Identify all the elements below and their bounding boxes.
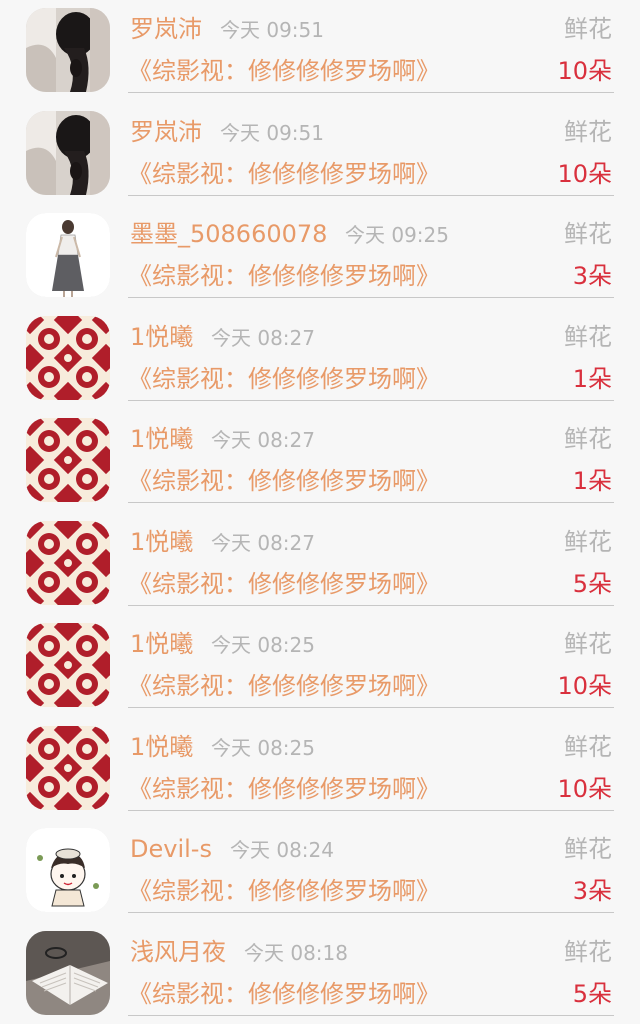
gift-amount: 3朵 (572, 877, 612, 905)
user-name[interactable]: Devil-s (130, 834, 212, 864)
user-name[interactable]: 罗岚沛 (130, 117, 202, 147)
user-avatar[interactable] (26, 213, 110, 297)
user-avatar[interactable] (26, 623, 110, 707)
gift-type-label: 鲜花 (564, 732, 612, 761)
gift-amount: 10朵 (557, 774, 612, 803)
user-avatar[interactable] (26, 520, 110, 605)
gift-type-label: 鲜花 (564, 15, 612, 43)
book-title-link[interactable]: 《综影视：修修修修罗场啊》 (128, 569, 440, 599)
book-title-link[interactable]: 《综影视：修修修修罗场啊》 (128, 261, 440, 291)
gift-amount: 3朵 (572, 262, 612, 290)
gift-amount: 1朵 (572, 467, 612, 495)
gift-time: 今天 08:25 (211, 633, 315, 657)
gift-record-row[interactable]: 1悦曦 今天 08:27 鲜花《综影视：修修修修罗场啊》 1朵 (0, 308, 640, 411)
gift-type-label: 鲜花 (564, 835, 612, 863)
gift-type-label: 鲜花 (564, 220, 612, 248)
gift-amount: 10朵 (557, 672, 612, 700)
gift-record-row[interactable]: 1悦曦 今天 08:27 鲜花《综影视：修修修修罗场啊》 5朵 (0, 513, 640, 616)
gift-time: 今天 09:51 (220, 120, 324, 145)
book-title-link[interactable]: 《综影视：修修修修罗场啊》 (128, 876, 440, 906)
gift-type-label: 鲜花 (564, 630, 612, 658)
user-name[interactable]: 浅风月夜 (130, 937, 226, 967)
user-avatar[interactable] (26, 828, 110, 912)
gift-time: 今天 08:18 (244, 940, 348, 965)
gift-time: 今天 08:27 (211, 325, 315, 350)
gift-record-row[interactable]: 墨墨_508660078 今天 09:25 鲜花《综影视：修修修修罗场啊》 3朵 (0, 205, 640, 308)
user-name[interactable]: 1悦曦 (130, 527, 193, 557)
gift-record-row[interactable]: 浅风月夜 今天 08:18 鲜花《综影视：修修修修罗场啊》 5朵 (0, 923, 640, 1024)
book-title-link[interactable]: 《综影视：修修修修罗场啊》 (128, 466, 440, 496)
user-name[interactable]: 1悦曦 (130, 424, 193, 454)
row-divider (128, 1014, 614, 1016)
gift-time: 今天 08:25 (211, 735, 315, 760)
gift-amount: 5朵 (572, 569, 612, 598)
row-divider (128, 502, 614, 503)
book-title-link[interactable]: 《综影视：修修修修罗场啊》 (128, 364, 440, 394)
gift-time: 今天 08:27 (211, 428, 315, 452)
row-divider (128, 297, 614, 298)
gift-record-list: 罗岚沛 今天 09:51 鲜花 《综影视：修修修修罗场啊》 10朵 罗岚沛 今天 09:5… (0, 0, 640, 1024)
gift-amount: 5朵 (572, 979, 612, 1008)
gift-time: 今天 08:24 (230, 838, 334, 862)
user-avatar[interactable] (26, 725, 110, 810)
book-title-link[interactable]: 《综影视：修修修修罗场啊》 (128, 159, 440, 189)
gift-amount: 10朵 (557, 57, 612, 85)
gift-time: 今天 09:51 (220, 18, 324, 42)
gift-record-row[interactable]: 1悦曦 今天 08:27 鲜花《综影视：修修修修罗场啊》 1朵 (0, 410, 640, 513)
gift-record-row[interactable]: 罗岚沛 今天 09:51 鲜花《综影视：修修修修罗场啊》 10朵 (0, 0, 640, 103)
gift-time: 今天 08:27 (211, 530, 315, 555)
book-title-link[interactable]: 《综影视：修修修修罗场啊》 (128, 671, 440, 701)
row-divider (128, 707, 614, 708)
user-name[interactable]: 1悦曦 (130, 732, 193, 762)
user-name[interactable]: 1悦曦 (130, 322, 193, 352)
user-avatar[interactable] (26, 110, 110, 195)
gift-record-row[interactable]: Devil-s 今天 08:24 鲜花《综影视：修修修修罗场啊》 3朵 (0, 820, 640, 923)
user-name[interactable]: 罗岚沛 (130, 14, 202, 44)
user-avatar[interactable] (26, 8, 110, 92)
gift-type-label: 鲜花 (564, 322, 612, 351)
gift-type-label: 鲜花 (564, 425, 612, 453)
user-avatar[interactable] (26, 418, 110, 502)
gift-amount: 10朵 (557, 159, 612, 188)
row-divider (128, 92, 614, 93)
gift-type-label: 鲜花 (564, 937, 612, 966)
gift-type-label: 鲜花 (564, 117, 612, 146)
gift-time: 今天 09:25 (345, 223, 449, 247)
row-divider (128, 809, 614, 811)
gift-type-label: 鲜花 (564, 527, 612, 556)
user-avatar[interactable] (26, 315, 110, 400)
book-title-link[interactable]: 《综影视：修修修修罗场啊》 (128, 774, 440, 804)
row-divider (128, 604, 614, 606)
user-name[interactable]: 1悦曦 (130, 629, 193, 659)
row-divider (128, 194, 614, 196)
user-name[interactable]: 墨墨_508660078 (130, 219, 327, 249)
book-title-link[interactable]: 《综影视：修修修修罗场啊》 (128, 979, 440, 1009)
gift-record-row[interactable]: 1悦曦 今天 08:25 鲜花《综影视：修修修修罗场啊》 10朵 (0, 718, 640, 821)
gift-amount: 1朵 (572, 364, 612, 393)
gift-record-row[interactable]: 1悦曦 今天 08:25 鲜花《综影视：修修修修罗场啊》 10朵 (0, 615, 640, 718)
row-divider (128, 912, 614, 913)
gift-record-row[interactable]: 罗岚沛 今天 09:51 鲜花《综影视：修修修修罗场啊》 10朵 (0, 103, 640, 206)
row-divider (128, 399, 614, 401)
book-title-link[interactable]: 《综影视：修修修修罗场啊》 (128, 56, 440, 86)
user-avatar[interactable] (26, 930, 110, 1015)
